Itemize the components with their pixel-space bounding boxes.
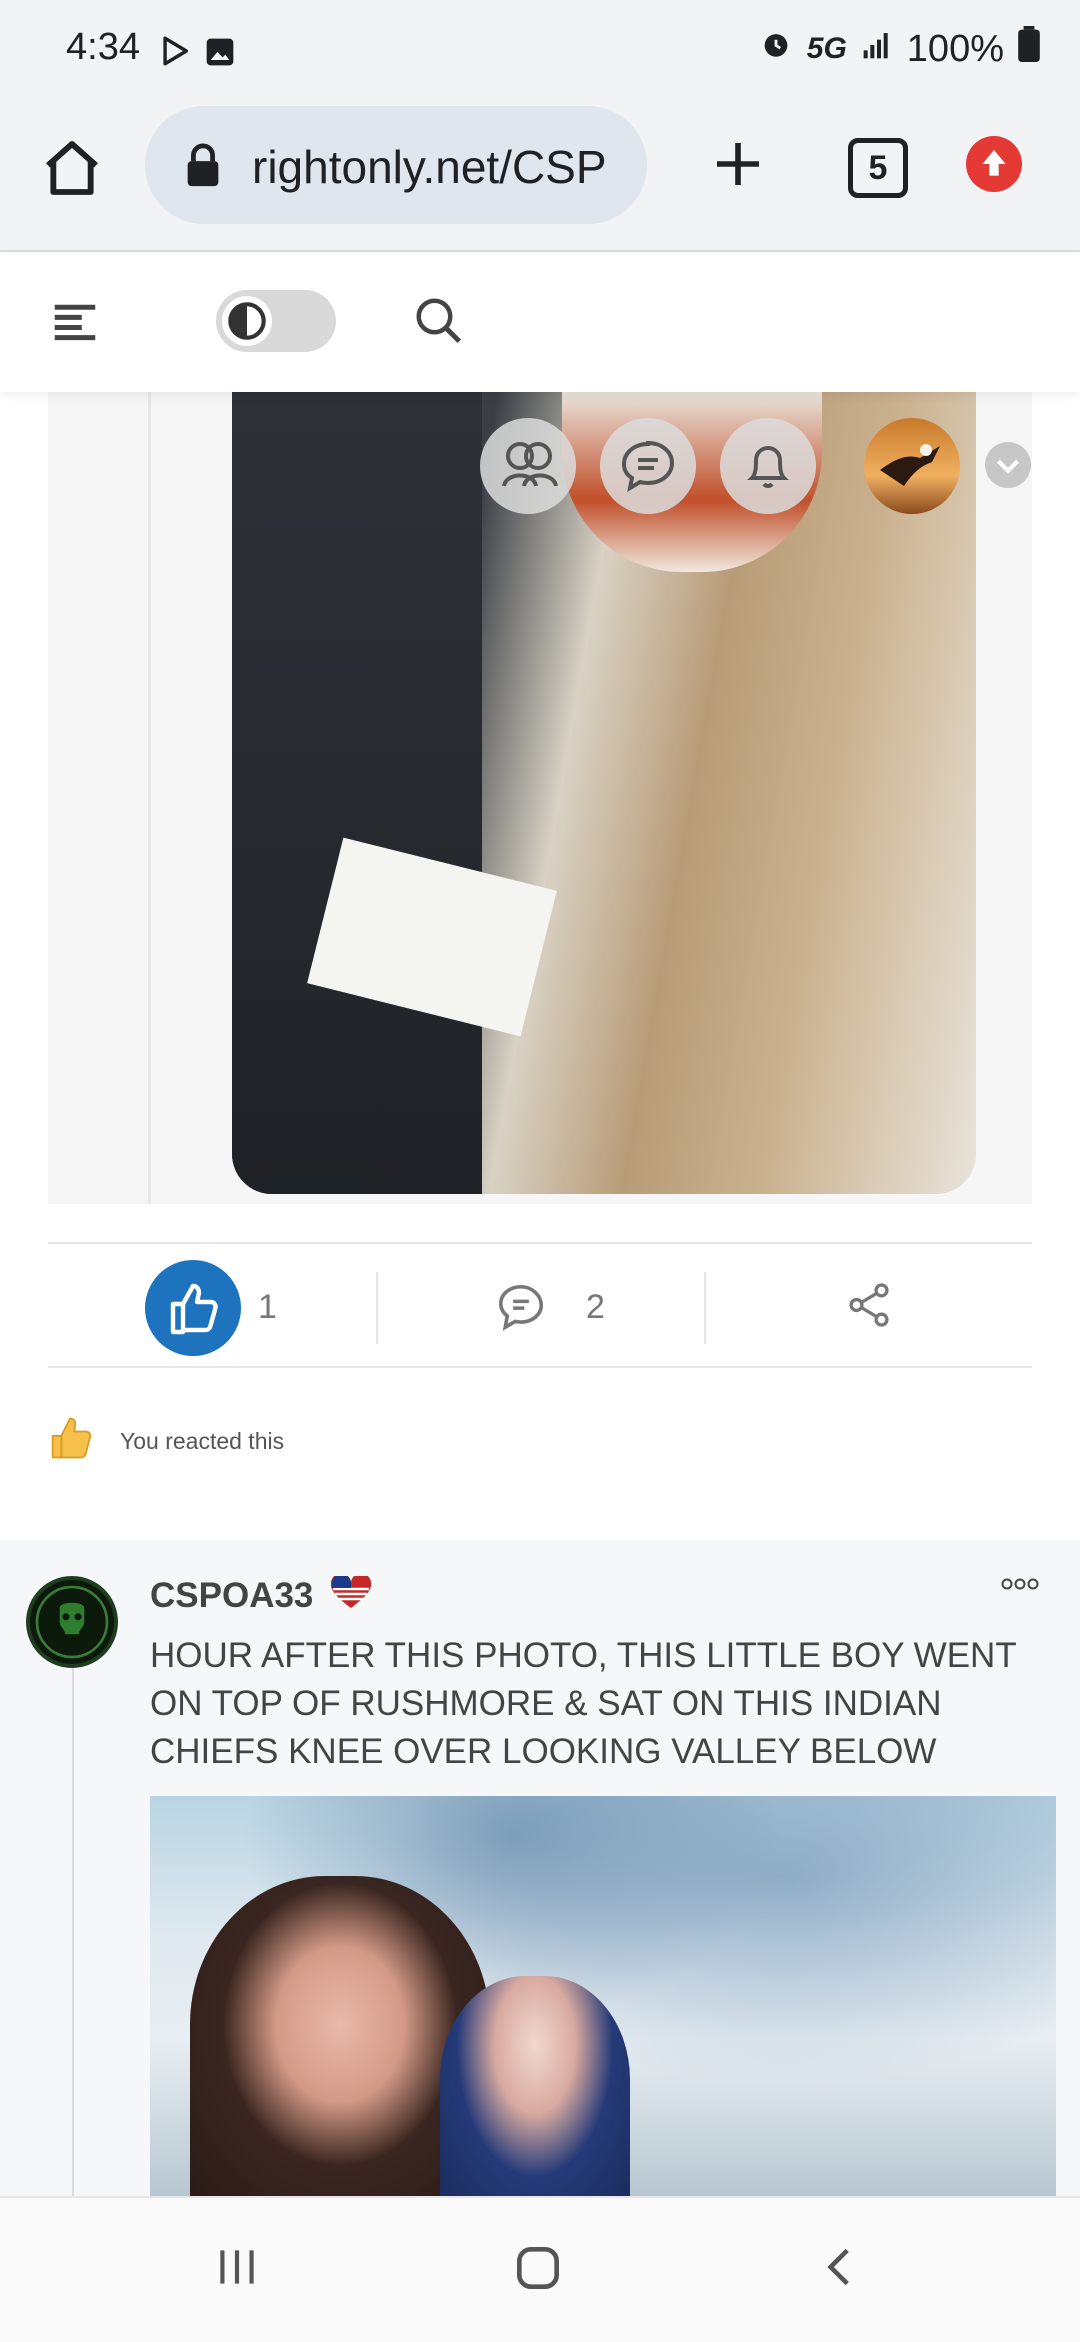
- like-count: 1: [258, 1288, 277, 1326]
- battery-icon: [1018, 26, 1040, 72]
- user-avatar[interactable]: [864, 418, 960, 514]
- divider: [48, 1242, 1032, 1244]
- thread-line: [148, 392, 151, 1204]
- alarm-icon: [759, 27, 793, 71]
- more-options-icon[interactable]: [1000, 1574, 1040, 1599]
- friends-icon[interactable]: [480, 418, 576, 514]
- search-icon[interactable]: [412, 294, 466, 353]
- action-separator: [376, 1272, 378, 1344]
- site-header: [0, 252, 1080, 392]
- photo-boy: [440, 1976, 630, 2200]
- share-icon[interactable]: [844, 1280, 894, 1335]
- toggle-knob: [222, 296, 272, 346]
- upload-icon[interactable]: [966, 136, 1022, 192]
- home-icon[interactable]: [40, 136, 104, 205]
- post-photo[interactable]: [150, 1796, 1056, 2200]
- us-flag-heart-icon: [329, 1573, 373, 1619]
- url-text: rightonly.net/CSP: [252, 141, 607, 193]
- thumbs-up-emoji-icon: [44, 1412, 96, 1469]
- author-name[interactable]: CSPOA33: [150, 1573, 373, 1619]
- signal-icon: [861, 28, 893, 71]
- post-text: HOUR AFTER THIS PHOTO, THIS LITTLE BOY W…: [150, 1636, 1017, 1771]
- comment-count: 2: [586, 1288, 605, 1326]
- recent-apps-icon[interactable]: [212, 2242, 262, 2297]
- status-time: 4:34: [66, 26, 140, 68]
- thread-line: [72, 1660, 74, 2200]
- reacted-label: You reacted this: [120, 1428, 285, 1454]
- lock-icon: [183, 142, 223, 193]
- divider: [48, 1366, 1032, 1368]
- new-tab-icon[interactable]: [710, 136, 766, 197]
- home-button-icon[interactable]: [510, 2240, 566, 2301]
- messages-icon[interactable]: [600, 418, 696, 514]
- network-label: 5G: [806, 32, 847, 65]
- author-avatar[interactable]: [26, 1576, 118, 1668]
- status-right: 5G 100%: [759, 26, 1040, 72]
- action-separator: [704, 1272, 706, 1344]
- chevron-down-icon[interactable]: [985, 442, 1031, 488]
- play-store-icon: [158, 34, 192, 73]
- comment-icon[interactable]: [494, 1280, 548, 1339]
- photo-figure-left: [232, 392, 482, 1194]
- dark-mode-toggle[interactable]: [216, 290, 336, 352]
- author-name-text: CSPOA33: [150, 1576, 314, 1615]
- address-bar[interactable]: rightonly.net/CSP: [145, 106, 647, 224]
- like-button[interactable]: [145, 1260, 241, 1356]
- tab-switcher-button[interactable]: 5: [848, 138, 908, 198]
- gallery-icon: [204, 36, 236, 73]
- notifications-icon[interactable]: [720, 418, 816, 514]
- menu-icon[interactable]: [48, 296, 102, 355]
- back-icon[interactable]: [816, 2242, 866, 2297]
- battery-percent: 100%: [906, 27, 1004, 70]
